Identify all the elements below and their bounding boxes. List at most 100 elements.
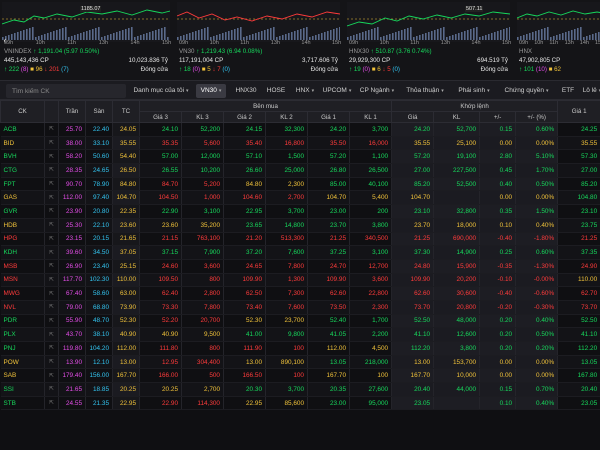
cell-symbol[interactable]: ACB <box>0 122 45 137</box>
tab-hnx[interactable]: HNX ▾ <box>292 84 318 98</box>
pin-icon[interactable]: ⇱ <box>44 368 59 384</box>
table-row[interactable]: ACB ⇱ 25.70 22.40 24.05 24.10 52,200 24.15 32,30… <box>0 122 600 137</box>
pin-icon[interactable]: ⇱ <box>44 149 59 165</box>
table-row[interactable]: MSB ⇱ 26.90 23.40 25.15 24.60 3,600 24.65 7,800 2… <box>0 259 600 274</box>
pin-icon[interactable]: ⇱ <box>44 314 59 329</box>
scroll-left-icon[interactable]: ‹ <box>0 30 10 50</box>
header-bid-vol-1[interactable]: KL 1 <box>348 111 393 123</box>
time-tick: 10h <box>534 40 544 46</box>
cell-symbol[interactable]: GVR <box>0 204 45 219</box>
table-row[interactable]: CTG ⇱ 28.35 24.65 26.50 26.55 10,200 26.60 25,00… <box>0 163 600 178</box>
table-row[interactable]: PDR ⇱ 55.90 48.70 52.30 52.20 20,700 52.30 23,70… <box>0 314 600 329</box>
cell-symbol[interactable]: PLX <box>0 327 45 342</box>
tab-thỏa-thuận[interactable]: Thỏa thuận ▾ <box>402 84 448 98</box>
table-row[interactable]: BVH ⇱ 58.20 50.60 54.40 57.00 12,000 57.10 1,500… <box>0 149 600 165</box>
cell-symbol[interactable]: MSN <box>0 273 45 288</box>
table-row[interactable]: PLX ⇱ 43.70 38.10 40.90 40.90 9,500 41.00 9,800 4… <box>0 327 600 342</box>
pin-icon[interactable]: ⇱ <box>44 355 59 370</box>
table-row[interactable]: NVL ⇱ 79.00 68.80 73.90 73.30 7,800 73.40 7,600 7… <box>0 300 600 315</box>
pin-icon[interactable]: ⇱ <box>44 122 59 137</box>
pin-icon[interactable]: ⇱ <box>44 163 59 178</box>
pin-icon[interactable]: ⇱ <box>44 190 59 206</box>
pin-icon[interactable]: ⇱ <box>44 300 59 315</box>
pin-icon[interactable]: ⇱ <box>44 259 59 274</box>
cell-symbol[interactable]: POW <box>0 355 45 370</box>
tab-chứng-quyền[interactable]: Chứng quyền ▾ <box>499 84 554 98</box>
table-row[interactable]: KDH ⇱ 39.60 34.50 37.05 37.15 7,900 37.20 7,600 3… <box>0 245 600 260</box>
tab-etf[interactable]: ETF <box>558 84 578 98</box>
cell-symbol[interactable]: SSI <box>0 382 45 397</box>
table-row[interactable]: GVR ⇱ 23.90 20.80 22.35 22.90 3,100 22.95 3,700 2… <box>0 204 600 219</box>
table-row[interactable]: POW ⇱ 13.90 12.10 13.00 12.95 304,400 13.00 890,… <box>0 355 600 370</box>
cell-symbol[interactable]: GAS <box>0 190 45 206</box>
header-ref[interactable]: TC <box>112 100 140 123</box>
header-ask-price-1[interactable]: Giá 1 <box>557 100 600 123</box>
table-row[interactable]: STB ⇱ 24.55 21.35 22.95 22.90 114,300 22.95 85,6… <box>0 396 600 411</box>
table-row[interactable]: MWG ⇱ 67.40 58.60 63.00 62.40 2,800 62.50 7,300 6… <box>0 286 600 301</box>
cell-symbol[interactable]: PDR <box>0 314 45 329</box>
cell-symbol[interactable]: STB <box>0 396 45 411</box>
pin-icon[interactable]: ⇱ <box>44 204 59 219</box>
cell-symbol[interactable]: HDB <box>0 218 45 233</box>
cell-symbol[interactable]: CTG <box>0 163 45 178</box>
index-card-vnindex[interactable]: 1185.07 09h 10h 11h 13h 14h 15h VNINDEX ↑ 1,191… <box>0 0 172 80</box>
pin-icon[interactable]: ⇱ <box>44 327 59 342</box>
table-row[interactable]: FPT ⇱ 90.70 78.90 84.80 84.70 5,200 84.80 2,300 8… <box>0 177 600 192</box>
table-row[interactable]: SAB ⇱ 179.40 156.00 167.70 166.00 500 166.50 100… <box>0 368 600 384</box>
table-row[interactable]: HDB ⇱ 25.30 22.10 23.60 23.60 35,200 23.65 14,80… <box>0 218 600 233</box>
header-match-price[interactable]: Giá <box>391 111 435 123</box>
tab-lô-lẻ[interactable]: Lô lẻ▾ <box>582 84 600 98</box>
pin-icon[interactable]: ⇱ <box>44 136 59 151</box>
tab-hose[interactable]: HOSE <box>264 84 288 98</box>
index-card-hnx[interactable]: 09h10h11h13h14h15hHNX47,902,805 CP↑ 101 … <box>515 0 600 80</box>
pin-icon[interactable]: ⇱ <box>44 218 59 233</box>
pin-icon[interactable]: ⇱ <box>44 341 59 356</box>
header-sym[interactable]: CK <box>0 100 45 123</box>
cell-symbol[interactable]: BVH <box>0 149 45 165</box>
cell-symbol[interactable]: SAB <box>0 368 45 384</box>
cell-symbol[interactable]: KDH <box>0 245 45 260</box>
header-bid-price-3[interactable]: Giá 3 <box>139 111 182 123</box>
cell-symbol[interactable]: PNJ <box>0 341 45 356</box>
pin-icon[interactable]: ⇱ <box>44 232 59 247</box>
header-bid-price-1[interactable]: Giá 1 <box>307 111 350 123</box>
header-bid-vol-3[interactable]: KL 3 <box>181 111 224 123</box>
table-row[interactable]: PNJ ⇱ 119.80 104.20 112.00 111.80 800 111.90 100… <box>0 341 600 356</box>
pin-icon[interactable]: ⇱ <box>44 382 59 397</box>
pin-icon[interactable]: ⇱ <box>44 396 59 411</box>
tab-cp-ngành[interactable]: CP Ngành ▾ <box>356 84 398 98</box>
pin-icon[interactable]: ⇱ <box>44 245 59 260</box>
pin-icon[interactable]: ⇱ <box>44 273 59 288</box>
header-ceil[interactable]: Trần <box>58 100 86 123</box>
cell-symbol[interactable]: NVL <box>0 300 45 315</box>
cell-symbol[interactable]: MWG <box>0 286 45 301</box>
table-row[interactable]: SSI ⇱ 21.65 18.85 20.25 20.25 2,700 20.30 3,700 2… <box>0 382 600 397</box>
cell-symbol[interactable]: HPG <box>0 232 45 247</box>
header-change[interactable]: +/- <box>479 111 517 123</box>
header-floor[interactable]: Sàn <box>85 100 113 123</box>
stock-search-input[interactable] <box>6 84 126 98</box>
volume-bar <box>491 33 493 40</box>
pin-icon[interactable]: ⇱ <box>44 177 59 192</box>
cell-symbol[interactable]: MSB <box>0 259 45 274</box>
header-bid-price-2[interactable]: Giá 2 <box>223 111 266 123</box>
cell-symbol[interactable]: BID <box>0 136 45 151</box>
table-row[interactable]: HPG ⇱ 23.15 20.15 21.65 21.15 763,100 21.20 513,… <box>0 232 600 247</box>
index-card-hnx30[interactable]: 507.11 09h 10h 11h 13h 14h 15h HNX30 ↑ 510.87 (… <box>345 0 512 80</box>
index-card-vn30[interactable]: 09h 10h 11h 13h 14h 15h VN30 ↑ 1,219.43 (6.94 … <box>175 0 342 80</box>
table-row[interactable]: GAS ⇱ 112.00 97.40 104.70 104.50 1,000 104.60 2,… <box>0 190 600 206</box>
table-row[interactable]: BID ⇱ 38.00 33.10 35.55 35.35 5,600 35.40 16,800… <box>0 136 600 151</box>
volume-bar <box>47 33 49 40</box>
table-row[interactable]: MSN ⇱ 117.70 102.30 110.00 109.50 800 109.90 1,3… <box>0 273 600 288</box>
pin-icon[interactable]: ⇱ <box>44 286 59 301</box>
tab-phái-sinh[interactable]: Phái sinh ▾ <box>453 84 495 98</box>
header-change-pct[interactable]: +/- (%) <box>515 111 559 123</box>
header-bid-vol-2[interactable]: KL 2 <box>265 111 308 123</box>
tab-hnx30[interactable]: HNX30 <box>232 84 260 98</box>
tab-upcom[interactable]: UPCOM ▾ <box>322 84 352 98</box>
header-match-vol[interactable]: KL <box>433 111 481 123</box>
stock-search-box[interactable] <box>6 84 126 98</box>
cell-symbol[interactable]: FPT <box>0 177 45 192</box>
tab-danh-mục-của-tôi[interactable]: Danh mục của tôi ▾ <box>131 84 191 98</box>
tab-vn30[interactable]: VN30 ▾ <box>196 84 226 98</box>
